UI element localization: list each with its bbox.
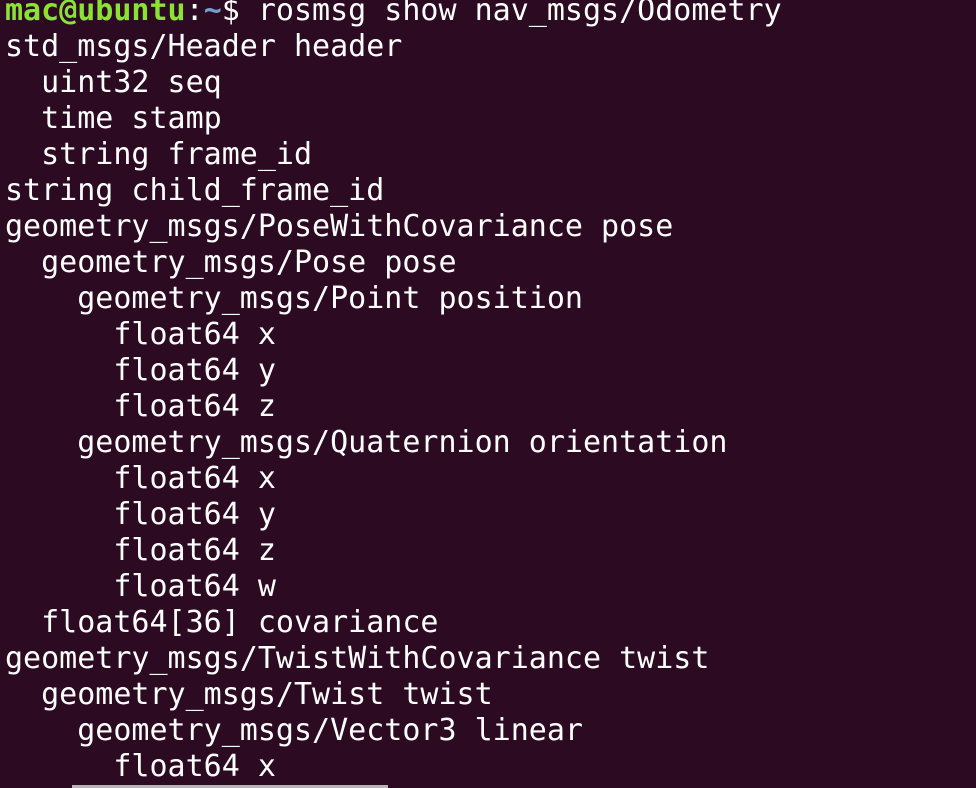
output-line: float64 x <box>5 461 276 496</box>
output-line: time stamp <box>5 101 222 136</box>
prompt-symbol: $ <box>221 0 258 28</box>
output-line: geometry_msgs/Twist twist <box>5 677 493 712</box>
output-line: geometry_msgs/Quaternion orientation <box>5 425 728 460</box>
output-line: std_msgs/Header header <box>5 29 403 64</box>
prompt-line: mac@ubuntu:~$ rosmsg show nav_msgs/Odome… <box>5 0 976 29</box>
output-line: geometry_msgs/Pose pose <box>5 245 457 280</box>
output-line: float64 w <box>5 569 276 604</box>
output-line: float64 z <box>5 533 276 568</box>
terminal-window[interactable]: mac@ubuntu:~$ rosmsg show nav_msgs/Odome… <box>0 0 976 788</box>
prompt-user-host: mac@ubuntu <box>5 0 186 28</box>
output-line: float64 y <box>5 497 276 532</box>
prompt-path: ~ <box>203 0 222 28</box>
output-line: geometry_msgs/TwistWithCovariance twist <box>5 641 710 676</box>
output-line: float64 y <box>5 353 276 388</box>
output-line: string child_frame_id <box>5 173 385 208</box>
output-line: geometry_msgs/Vector3 linear <box>5 713 583 748</box>
command-text: rosmsg show nav_msgs/Odometry <box>257 0 782 28</box>
output-line: float64 x <box>5 317 276 352</box>
output-line: float64 z <box>5 389 276 424</box>
output-line: geometry_msgs/Point position <box>5 281 583 316</box>
output-line: float64 x <box>5 749 276 784</box>
output-line: uint32 seq <box>5 65 222 100</box>
output-line: float64[36] covariance <box>5 605 439 640</box>
output-line: string frame_id <box>5 137 313 172</box>
output-line: geometry_msgs/PoseWithCovariance pose <box>5 209 674 244</box>
prompt-separator: : <box>185 0 204 28</box>
